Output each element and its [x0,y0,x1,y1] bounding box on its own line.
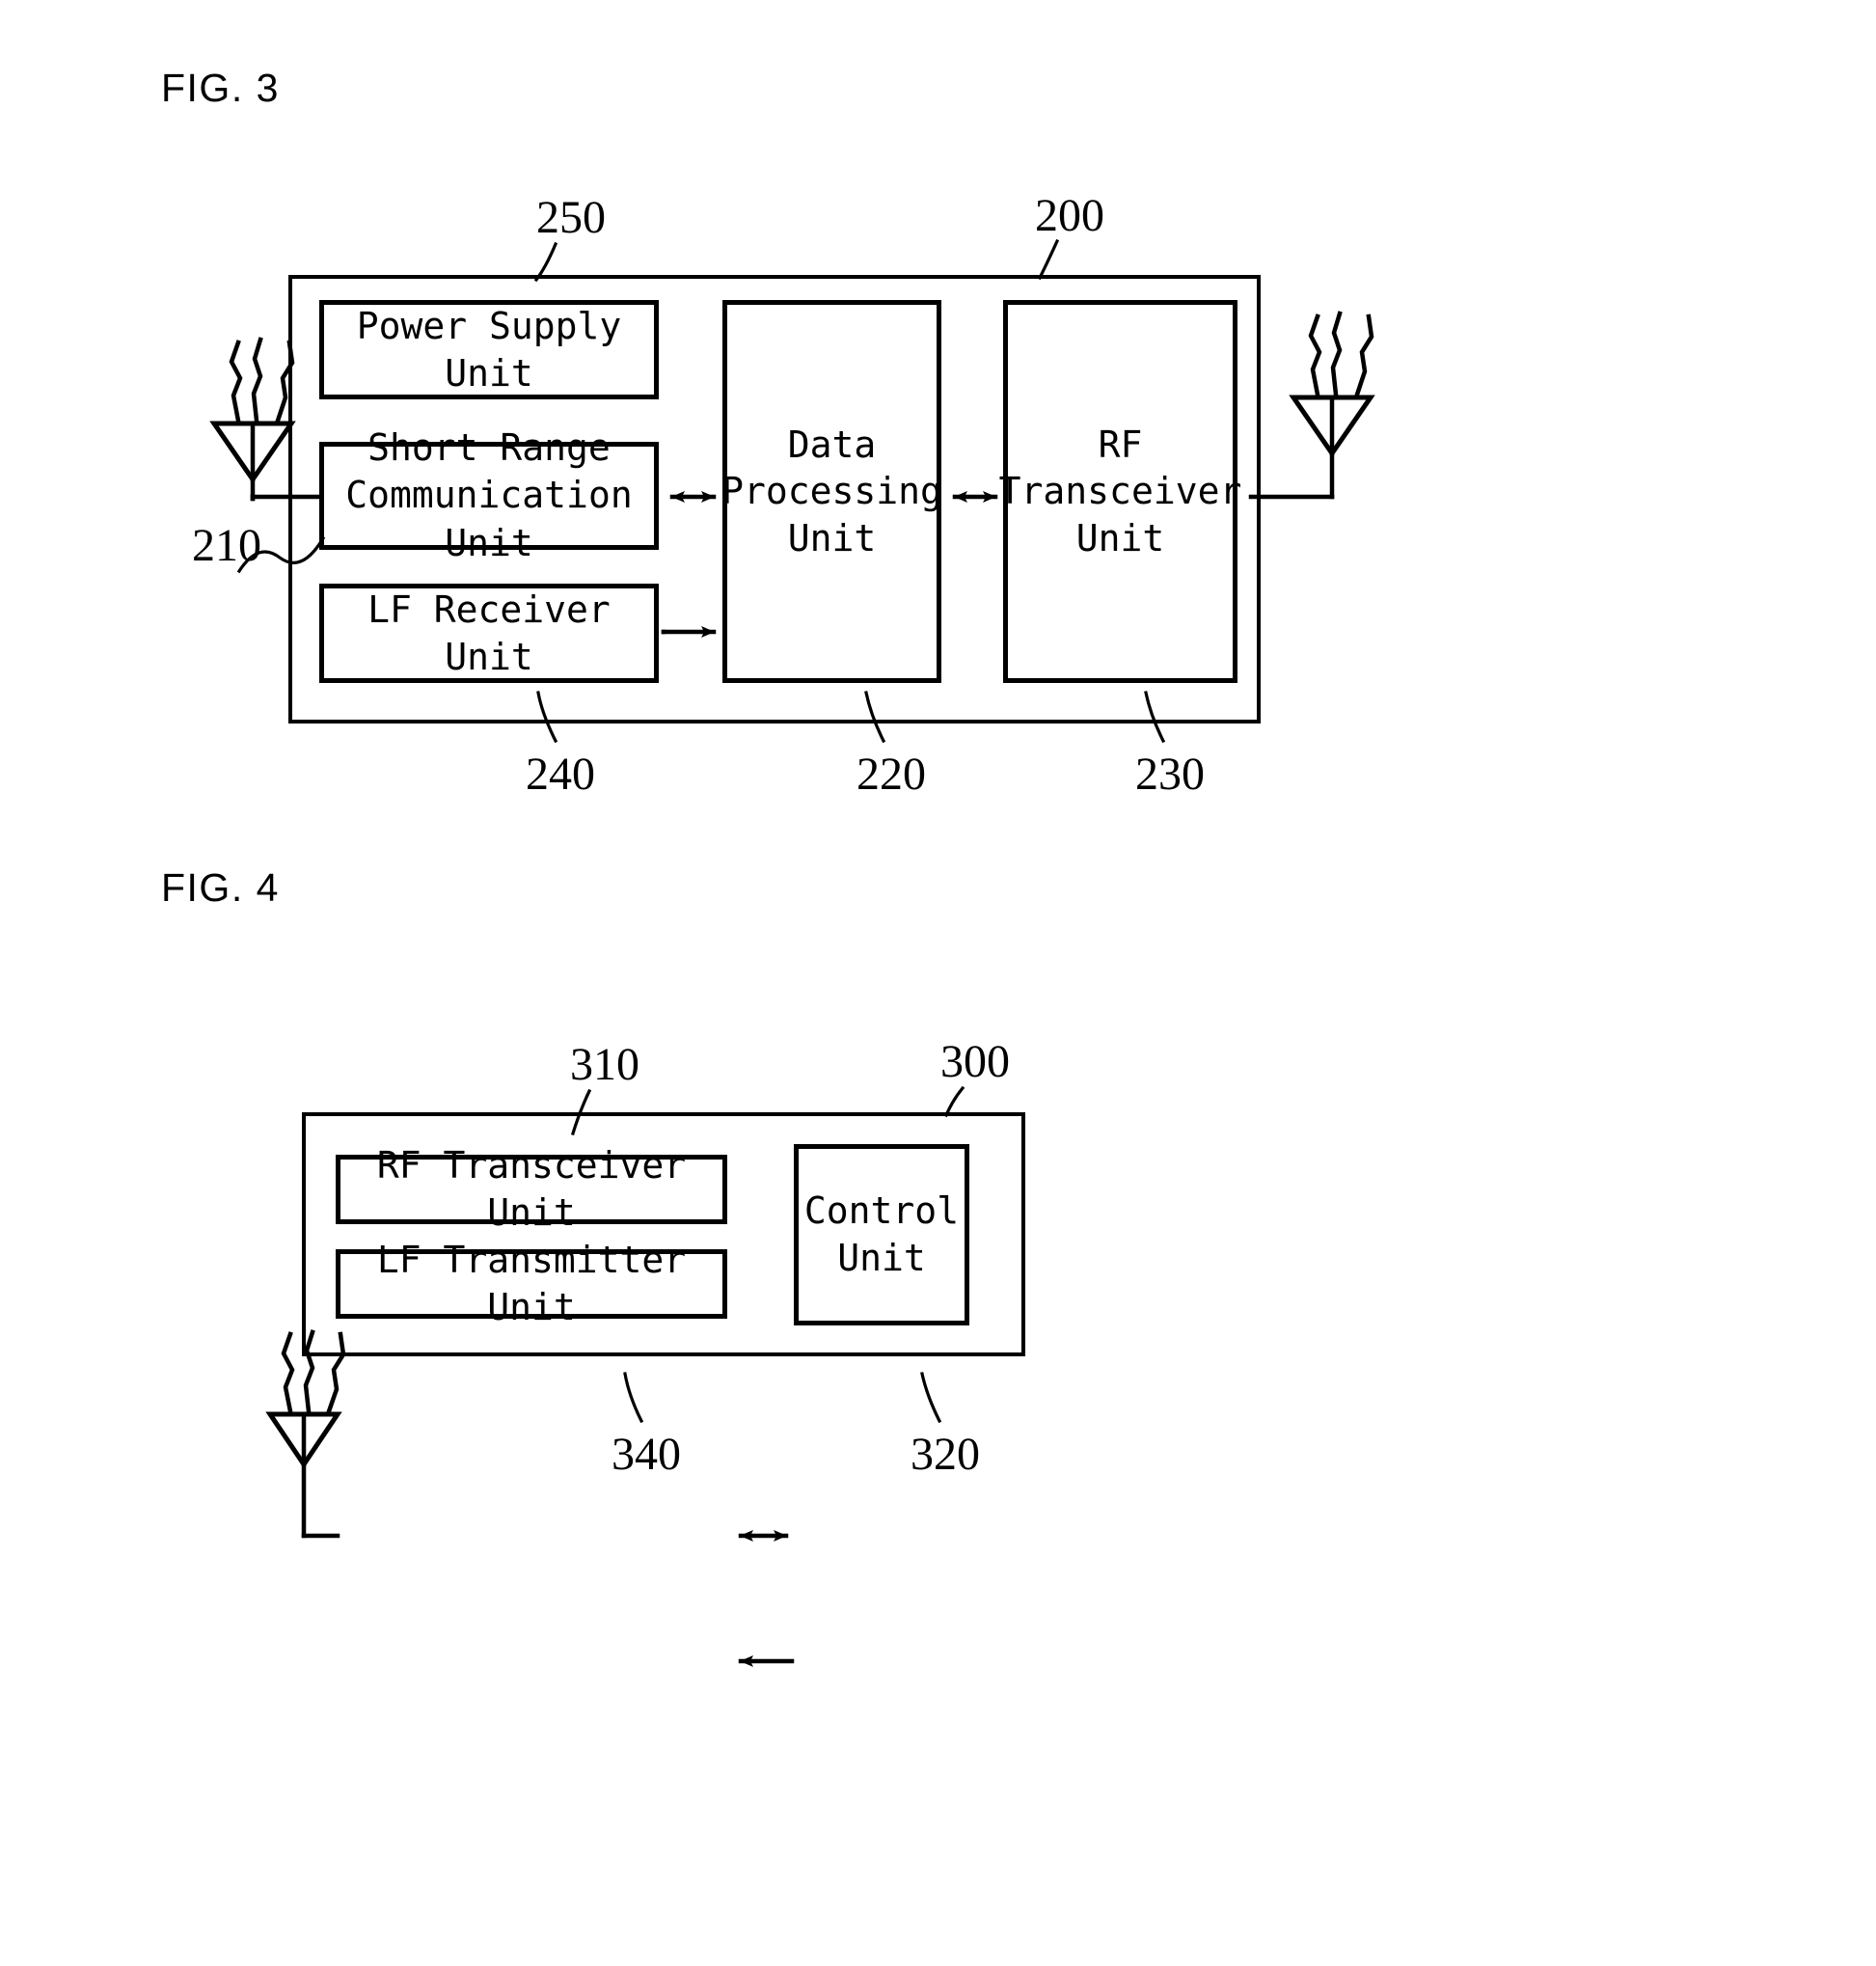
fig4-ref-300: 300 [940,1036,1010,1087]
fig3-ref-210: 210 [192,520,261,571]
fig3-ref-230: 230 [1135,749,1205,800]
fig4-lf-transmitter-unit-label: LF Transmitter Unit [376,1239,687,1328]
fig4-control-unit-label: Control Unit [803,1189,960,1279]
figure-3-caption: FIG. 3 [161,66,280,110]
fig3-data-processing-unit-label: Data Processing Unit [721,423,942,560]
fig3-ref-220: 220 [856,749,926,800]
fig4-control-unit-box[interactable]: Control Unit [794,1144,975,1331]
fig4-ref-340: 340 [612,1429,681,1480]
fig3-left-antenna-icon [209,337,296,502]
fig3-leader-200 [1037,238,1060,281]
fig3-data-processing-unit-box[interactable]: Data Processing Unit [721,300,947,689]
fig3-lf-receiver-unit-label: LF Receiver Unit [367,587,611,678]
fig3-short-range-communication-unit-label: Short Range Communication Unit [345,425,633,564]
fig4-lf-transmitter-unit-box[interactable]: LF Transmitter Unit [336,1239,733,1328]
fig3-right-antenna-icon [1289,311,1375,458]
fig4-left-antenna-icon [265,1329,346,1539]
fig4-rf-transceiver-unit-box[interactable]: RF Transceiver Unit [336,1144,733,1234]
fig3-power-supply-unit-box[interactable]: Power Supply Unit [319,300,665,405]
fig3-ref-200: 200 [1035,190,1104,241]
fig3-power-supply-unit-label: Power Supply Unit [356,304,622,395]
fig4-ref-310: 310 [570,1039,639,1090]
fig3-lf-receiver-unit-box[interactable]: LF Receiver Unit [319,584,665,689]
patent-figure-sheet: FIG. 3 250 200 210 240 220 230 Power Sup… [0,0,1876,1966]
fig4-ref-320: 320 [911,1429,980,1480]
figure-4-caption: FIG. 4 [161,865,280,910]
fig3-ref-240: 240 [526,749,595,800]
fig4-rf-transceiver-unit-label: RF Transceiver Unit [376,1144,687,1234]
fig4-leader-340 [623,1372,644,1424]
fig3-short-range-communication-unit-box[interactable]: Short Range Communication Unit [319,426,665,564]
fig4-leader-320 [920,1372,942,1424]
fig3-rf-transceiver-unit-box[interactable]: RF Transceiver Unit [999,300,1243,689]
fig3-ref-250: 250 [536,192,606,243]
fig3-rf-transceiver-unit-label: RF Transceiver Unit [998,423,1242,560]
fig4-leader-300 [943,1085,965,1118]
